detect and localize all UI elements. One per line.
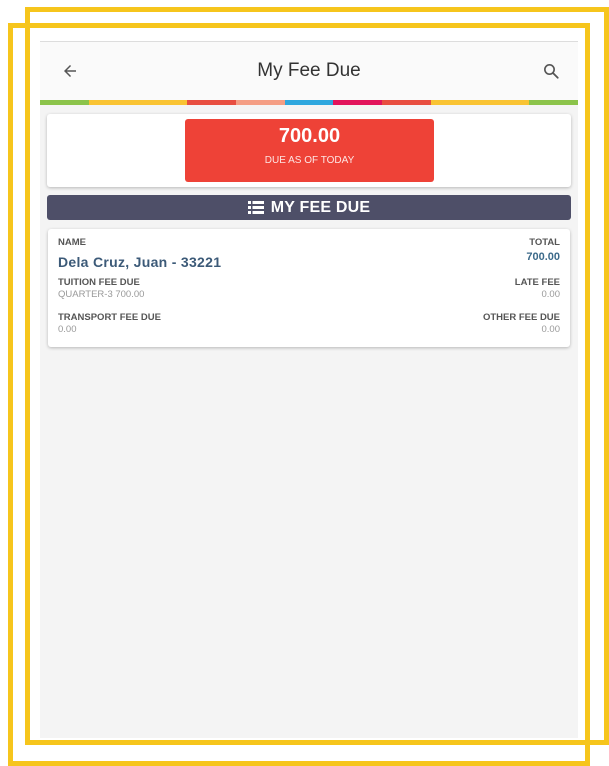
fee-due-card[interactable]: NAME Dela Cruz, Juan - 33221 TOTAL 700.0… <box>48 229 570 347</box>
stripe-segment <box>40 100 89 105</box>
late-fee-value: 0.00 <box>541 289 561 300</box>
stripe-segment <box>529 100 578 105</box>
stripe-segment <box>333 100 383 105</box>
stripe-segment <box>382 100 432 105</box>
color-stripe <box>40 100 578 105</box>
app-bar: My Fee Due <box>40 41 578 101</box>
student-name: Dela Cruz, Juan - 33221 <box>58 254 222 270</box>
due-caption: DUE AS OF TODAY <box>264 155 355 166</box>
app-screen: My Fee Due 700.00 DUE AS OF TODAY MY FEE… <box>40 41 578 738</box>
search-icon <box>544 64 559 79</box>
due-amount: 700.00 <box>278 125 341 147</box>
page-title: My Fee Due <box>257 60 361 81</box>
list-icon <box>247 201 264 214</box>
transport-value: 0.00 <box>58 324 77 335</box>
transport-label: TRANSPORT FEE DUE <box>58 312 161 323</box>
other-fee-label: OTHER FEE DUE <box>482 312 560 323</box>
total-label: TOTAL <box>529 237 560 248</box>
stripe-segment <box>137 100 187 105</box>
other-fee-value: 0.00 <box>541 324 561 335</box>
section-title: MY FEE DUE <box>270 198 371 216</box>
due-amount-box[interactable]: 700.00 DUE AS OF TODAY <box>185 119 434 182</box>
section-header: MY FEE DUE <box>47 195 571 220</box>
total-value: 700.00 <box>526 251 560 263</box>
stripe-segment <box>88 100 138 105</box>
name-label: NAME <box>58 237 86 248</box>
stripe-segment <box>480 100 530 105</box>
tuition-label: TUITION FEE DUE <box>58 277 140 288</box>
late-fee-label: LATE FEE <box>514 277 560 288</box>
stripe-segment <box>431 100 481 105</box>
due-summary-card: 700.00 DUE AS OF TODAY <box>47 114 571 187</box>
stripe-segment <box>284 100 334 105</box>
stripe-segment <box>235 100 285 105</box>
search-button[interactable] <box>536 56 566 86</box>
stripe-segment <box>186 100 236 105</box>
tuition-value: QUARTER-3 700.00 <box>58 289 145 300</box>
